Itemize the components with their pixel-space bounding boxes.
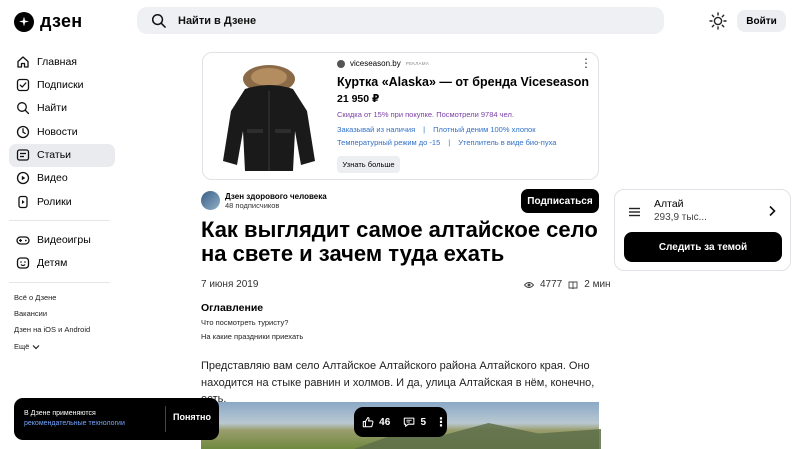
search-placeholder: Найти в Дзене [178, 14, 257, 27]
ad-promo: Скидка от 15% при покупке. Посмотрели 97… [337, 110, 514, 119]
sidebar-item-news[interactable]: Новости [9, 120, 115, 143]
views-count: 4777 [540, 279, 563, 290]
ad-feature-link[interactable]: Утеплитель в виде био-пуха [458, 138, 556, 147]
sidebar-item-shorts[interactable]: Ролики [9, 190, 115, 213]
cookie-message: В Дзене применяются [24, 410, 96, 417]
video-icon [16, 172, 30, 185]
ad-source[interactable]: viceseason.by реклама [337, 59, 429, 68]
avatar[interactable] [201, 191, 220, 210]
toc-title: Оглавление [201, 302, 264, 314]
channel-subscribers: 48 подписчиков [225, 200, 280, 210]
sidebar-item-label: Ролики [37, 195, 72, 208]
ad-price: 21 950 ₽ [337, 93, 380, 105]
article-body: Представляю вам село Алтайское Алтайског… [201, 360, 595, 405]
separator: | [423, 125, 426, 134]
channel-name[interactable]: Дзен здорового человека [225, 192, 327, 201]
tag-name[interactable]: Алтай [654, 198, 684, 210]
ad-feature-link[interactable]: Заказывай из наличия [337, 125, 415, 134]
home-icon [17, 55, 29, 68]
comment-icon[interactable] [403, 415, 415, 429]
ad-feature-link[interactable]: Плотный деним 100% хлопок [433, 125, 535, 134]
toc-item[interactable]: Что посмотреть туристу? [201, 318, 288, 327]
ad-feature-link[interactable]: Температурный режим до -15 [337, 138, 440, 147]
jacket-image [215, 59, 323, 175]
subscribe-button[interactable]: Подписаться [521, 189, 599, 213]
link-mobile-apps[interactable]: Дзен на iOS и Android [14, 322, 115, 338]
cookie-link[interactable]: рекомендательные технологии [24, 419, 125, 429]
thumbs-up-icon[interactable] [362, 415, 374, 429]
sidebar-item-articles[interactable]: Статьи [9, 143, 115, 167]
sidebar-item-label: Детям [37, 257, 68, 270]
shorts-icon [18, 195, 28, 208]
cookie-text: В Дзене применяются рекомендательные тех… [24, 409, 125, 429]
sidebar-item-label: Видеоигры [37, 233, 91, 246]
ad-title[interactable]: Куртка «Alaska» — от бренда Viceseason [337, 75, 589, 89]
sidebar-divider [9, 220, 110, 222]
gamepad-icon [16, 236, 30, 245]
more-options-icon[interactable]: ⋮ [580, 57, 592, 69]
accept-button[interactable]: Понятно [173, 412, 211, 422]
advertiser-icon [337, 59, 345, 68]
article-stats: 4777 2 мин [524, 279, 611, 290]
sidebar-item-label: Найти [37, 102, 67, 115]
ad-features-row: Заказывай из наличия | Плотный деним 100… [337, 125, 536, 134]
sidebar-item-find[interactable]: Найти [9, 97, 115, 120]
link-about[interactable]: Всё о Дзене [14, 290, 115, 306]
chevron-right-icon[interactable] [768, 205, 776, 217]
article-action-bar: 46 5 ⋮ [354, 407, 447, 437]
comments-count: 5 [420, 416, 426, 428]
sidebar-item-video[interactable]: Видео [9, 167, 115, 190]
ad-label: реклама [405, 61, 430, 66]
ad-card[interactable]: viceseason.by реклама ⋮ Куртка «Alaska» … [202, 52, 599, 180]
sidebar-divider [9, 281, 110, 283]
link-vacancies[interactable]: Вакансии [14, 306, 115, 322]
link-more-label: Ещё [14, 341, 30, 351]
logo-text: дзен [40, 11, 83, 31]
search-input[interactable]: Найти в Дзене [137, 7, 664, 34]
sidebar-item-label: Видео [37, 172, 68, 185]
chevron-down-icon [32, 344, 40, 350]
ad-learn-more-button[interactable]: Узнать больше [337, 156, 400, 173]
news-icon [16, 125, 30, 138]
ad-features-row: Температурный режим до -15 | Утеплитель … [337, 138, 556, 147]
search-icon [151, 13, 166, 28]
more-options-icon[interactable]: ⋮ [435, 415, 447, 429]
tag-count: 293,9 тыс... [654, 212, 707, 223]
article-title: Как выглядит самое алтайское село на све… [201, 217, 598, 266]
ad-source-name: viceseason.by [350, 59, 401, 68]
cookie-banner: В Дзене применяются рекомендательные тех… [14, 398, 219, 440]
dzen-logo-icon [14, 11, 34, 32]
sidebar-item-subscriptions[interactable]: Подписки [9, 73, 115, 96]
separator: | [448, 138, 451, 147]
tag-card: Алтай 293,9 тыс... Следить за темой [614, 189, 791, 271]
publish-date: 7 июня 2019 [201, 279, 259, 290]
subscriptions-icon [16, 78, 30, 92]
login-button[interactable]: Войти [737, 10, 786, 32]
likes-count: 46 [379, 416, 391, 428]
sun-icon[interactable] [709, 12, 727, 30]
follow-topic-button[interactable]: Следить за темой [624, 232, 782, 262]
sidebar-item-label: Статьи [37, 149, 72, 162]
menu-icon [629, 207, 640, 217]
divider [165, 406, 166, 432]
sidebar-item-kids[interactable]: Детям [9, 252, 115, 275]
read-time: 2 мин [584, 279, 611, 290]
sidebar-footer-links: Всё о Дзене Вакансии Дзен на iOS и Andro… [9, 290, 115, 355]
sidebar-item-label: Главная [37, 55, 77, 68]
link-more[interactable]: Ещё [14, 339, 115, 355]
sidebar-item-label: Подписки [37, 78, 84, 91]
channel-info[interactable]: Дзен здорового человека 48 подписчиков [201, 191, 327, 210]
sidebar-item-home[interactable]: Главная [9, 50, 115, 73]
articles-icon [16, 149, 30, 161]
sidebar: Главная Подписки Найти Новости Статьи Ви… [9, 50, 115, 355]
book-icon [568, 281, 578, 289]
kids-icon [16, 257, 30, 269]
eye-icon [524, 281, 534, 288]
sidebar-item-label: Новости [37, 125, 78, 138]
search-icon [17, 102, 30, 115]
logo[interactable]: дзен [14, 11, 82, 32]
sidebar-item-videogames[interactable]: Видеоигры [9, 228, 115, 251]
toc-item[interactable]: На какие праздники приехать [201, 332, 303, 341]
